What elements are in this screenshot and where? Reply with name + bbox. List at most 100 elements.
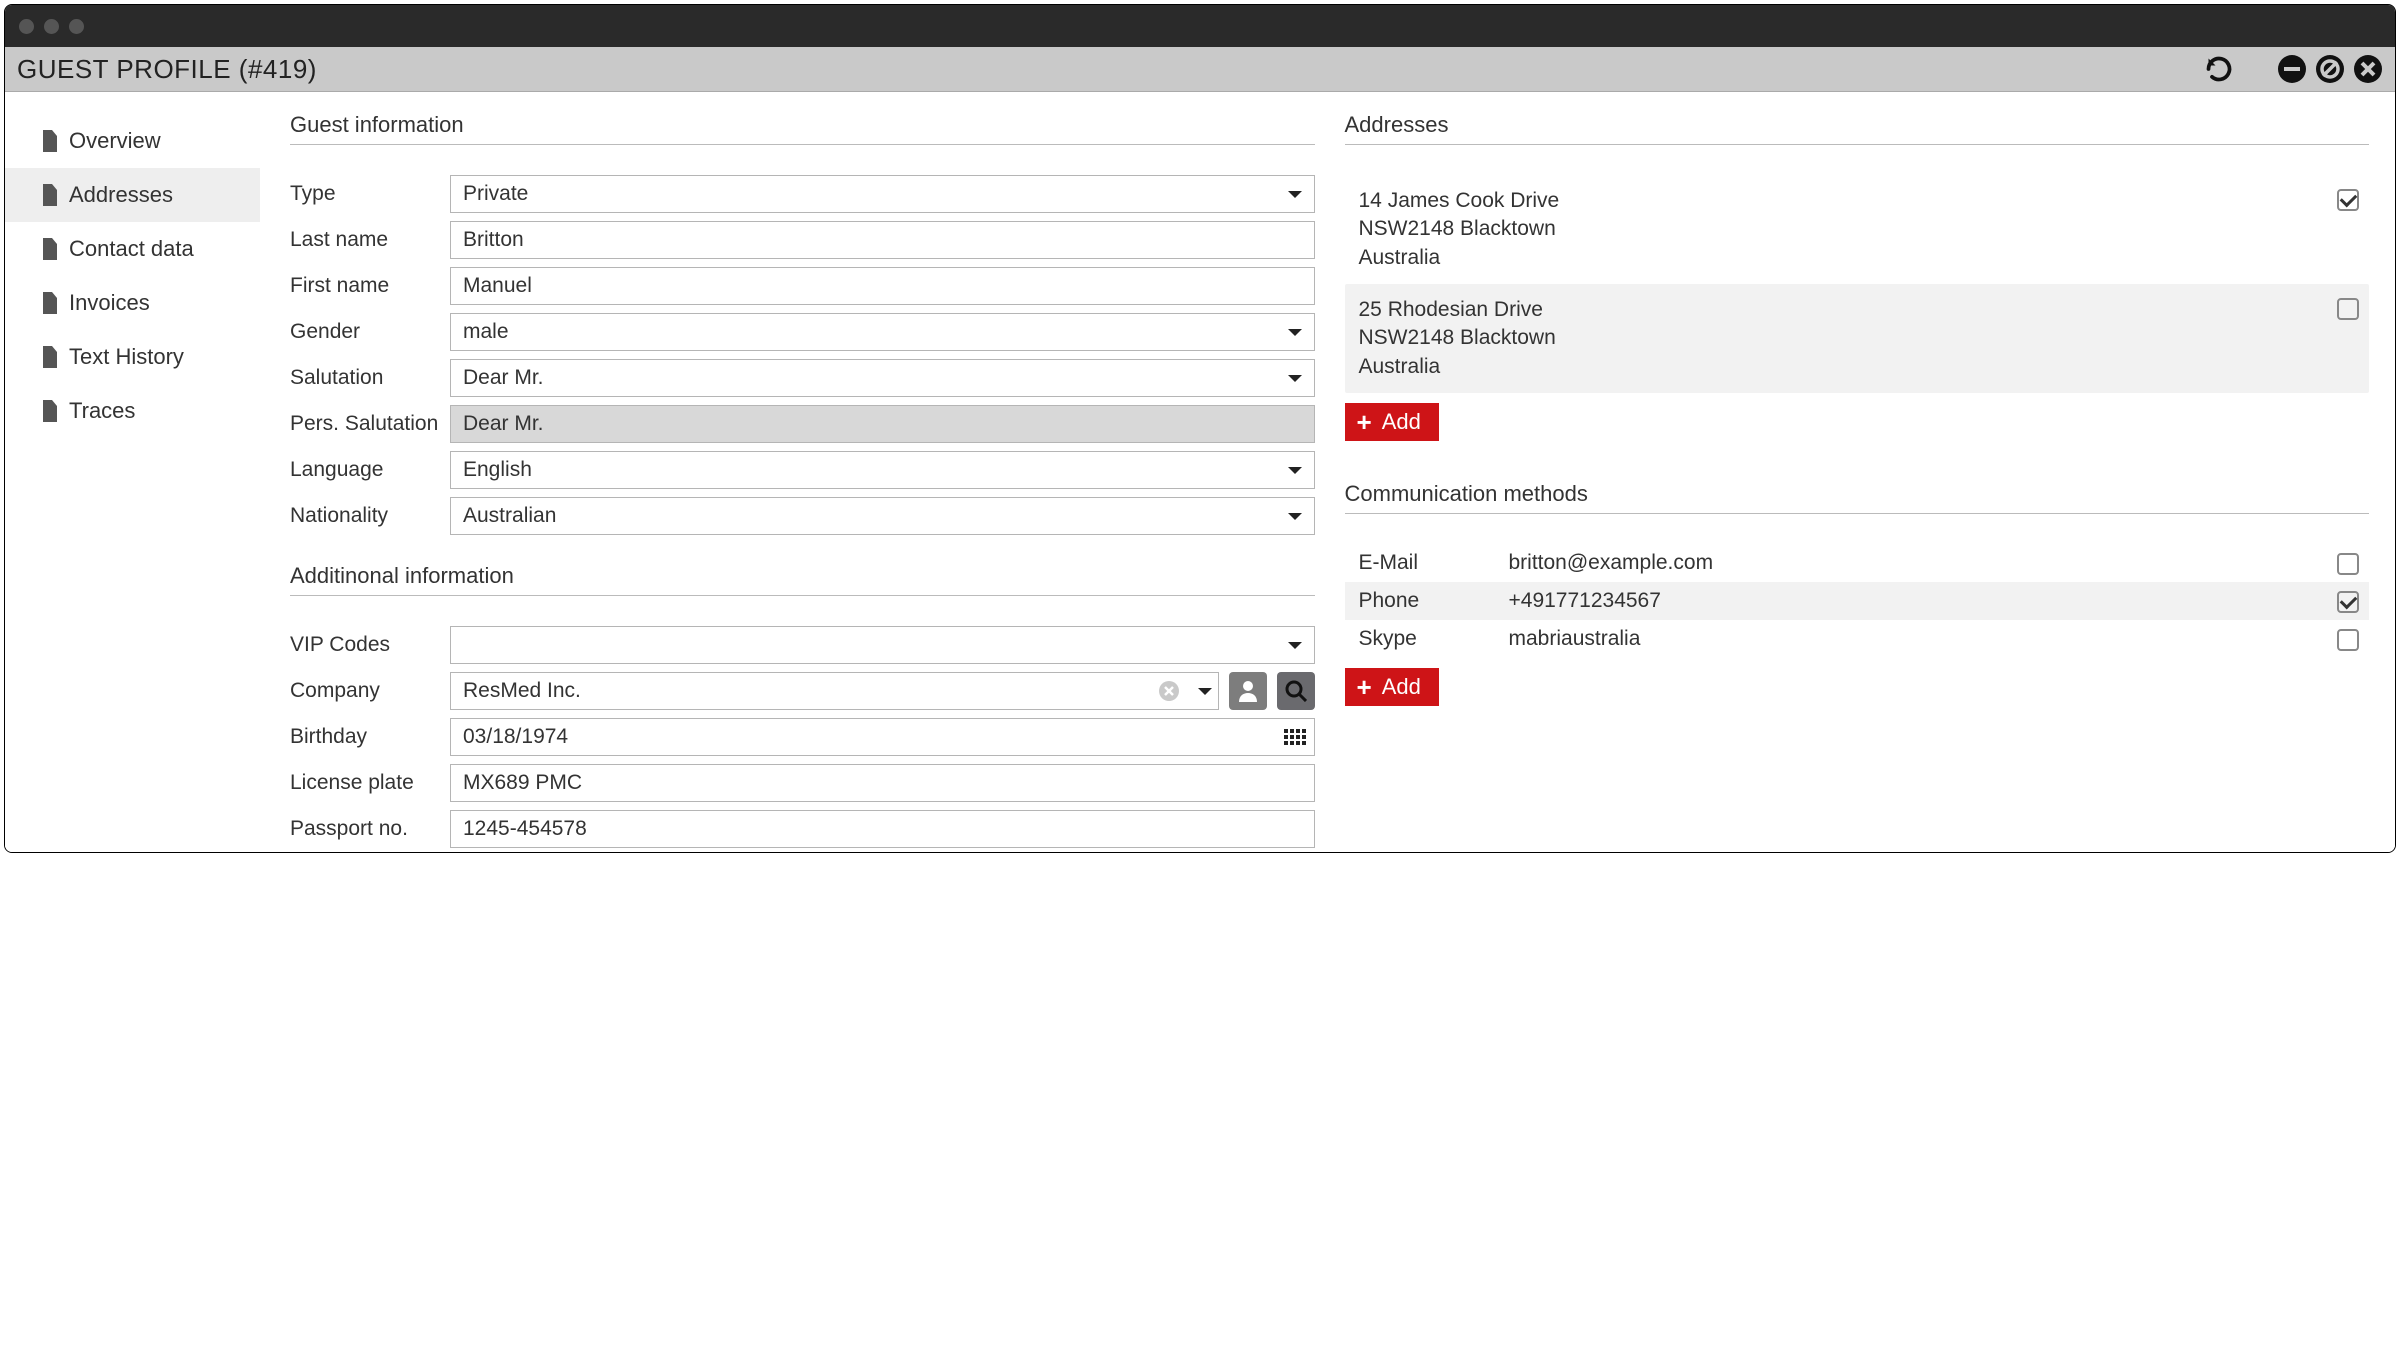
sidebar-item-label: Text History [69, 344, 184, 370]
content-area: Overview Addresses Contact data Invoices… [5, 92, 2395, 852]
comm-primary-checkbox[interactable] [2337, 591, 2359, 613]
nationality-label: Nationality [290, 504, 450, 528]
chevron-down-icon [1288, 191, 1302, 198]
language-value: English [463, 458, 532, 482]
pers-salutation-field: Dear Mr. [450, 405, 1315, 443]
document-icon [41, 130, 59, 152]
chevron-down-icon [1288, 467, 1302, 474]
close-window-icon[interactable] [19, 19, 34, 34]
additional-info-section-title: Additinonal information [290, 563, 1315, 596]
header-actions [2203, 53, 2383, 85]
nationality-select[interactable]: Australian [450, 497, 1315, 535]
refresh-icon [2205, 55, 2233, 83]
chevron-down-icon [1198, 688, 1212, 695]
document-icon [41, 400, 59, 422]
sidebar-item-text-history[interactable]: Text History [5, 330, 260, 384]
gender-select[interactable]: male [450, 313, 1315, 351]
company-label: Company [290, 679, 450, 703]
birthday-input[interactable]: 03/18/1974 [450, 718, 1315, 756]
last-name-input[interactable] [450, 221, 1315, 259]
address-primary-checkbox[interactable] [2337, 189, 2359, 211]
add-communication-label: Add [1382, 674, 1421, 700]
comm-row[interactable]: E-Mail britton@example.com [1345, 544, 2370, 582]
passport-no-input[interactable] [450, 810, 1315, 848]
maximize-window-icon[interactable] [69, 19, 84, 34]
address-line2: NSW2148 Blacktown [1359, 215, 1560, 243]
address-lines: 25 Rhodesian Drive NSW2148 Blacktown Aus… [1359, 296, 1556, 381]
gender-label: Gender [290, 320, 450, 344]
license-plate-input[interactable] [450, 764, 1315, 802]
calendar-icon[interactable] [1284, 729, 1306, 745]
search-icon [1285, 680, 1307, 702]
address-line3: Australia [1359, 244, 1560, 272]
minimize-window-icon[interactable] [44, 19, 59, 34]
company-search-button[interactable] [1277, 672, 1315, 710]
window-titlebar [5, 5, 2395, 47]
document-icon [41, 346, 59, 368]
comm-type: Phone [1359, 589, 1509, 613]
type-select[interactable]: Private [450, 175, 1315, 213]
minimize-button[interactable] [2277, 54, 2307, 84]
comm-primary-checkbox[interactable] [2337, 629, 2359, 651]
pers-salutation-label: Pers. Salutation [290, 412, 450, 436]
chevron-down-icon [1288, 642, 1302, 649]
left-column: Guest information Type Private Last name… [290, 112, 1315, 852]
vip-codes-select[interactable] [450, 626, 1315, 664]
minimize-icon [2277, 54, 2307, 84]
sidebar-item-label: Addresses [69, 182, 173, 208]
comm-value: britton@example.com [1509, 551, 2338, 575]
comm-type: Skype [1359, 627, 1509, 651]
sidebar-item-invoices[interactable]: Invoices [5, 276, 260, 330]
sidebar-item-label: Contact data [69, 236, 194, 262]
last-name-label: Last name [290, 228, 450, 252]
sidebar: Overview Addresses Contact data Invoices… [5, 92, 260, 852]
chevron-down-icon [1288, 329, 1302, 336]
document-icon [41, 184, 59, 206]
close-button[interactable] [2353, 54, 2383, 84]
birthday-label: Birthday [290, 725, 450, 749]
sidebar-item-addresses[interactable]: Addresses [5, 168, 260, 222]
sidebar-item-label: Traces [69, 398, 135, 424]
address-line1: 14 James Cook Drive [1359, 187, 1560, 215]
comm-value: mabriaustralia [1509, 627, 2338, 651]
plus-icon: + [1357, 674, 1372, 700]
address-primary-checkbox[interactable] [2337, 298, 2359, 320]
comm-row[interactable]: Skype mabriaustralia [1345, 620, 2370, 658]
company-value: ResMed Inc. [463, 679, 581, 703]
chevron-down-icon [1288, 375, 1302, 382]
sidebar-item-contact-data[interactable]: Contact data [5, 222, 260, 276]
address-line3: Australia [1359, 353, 1556, 381]
address-card[interactable]: 25 Rhodesian Drive NSW2148 Blacktown Aus… [1345, 284, 2370, 393]
sidebar-item-traces[interactable]: Traces [5, 384, 260, 438]
close-icon [2353, 54, 2383, 84]
document-icon [41, 292, 59, 314]
type-value: Private [463, 182, 528, 206]
comm-row[interactable]: Phone +491771234567 [1345, 582, 2370, 620]
company-combobox[interactable]: ResMed Inc. [450, 672, 1219, 710]
company-profile-button[interactable] [1229, 672, 1267, 710]
language-label: Language [290, 458, 450, 482]
nationality-value: Australian [463, 504, 556, 528]
comm-primary-checkbox[interactable] [2337, 553, 2359, 575]
page-title: GUEST PROFILE (#419) [17, 54, 317, 85]
first-name-input[interactable] [450, 267, 1315, 305]
cancel-button[interactable] [2315, 54, 2345, 84]
communication-section: Communication methods E-Mail britton@exa… [1345, 481, 2370, 706]
chevron-down-icon [1288, 513, 1302, 520]
add-communication-button[interactable]: + Add [1345, 668, 1439, 706]
comm-value: +491771234567 [1509, 589, 2338, 613]
type-label: Type [290, 182, 450, 206]
add-address-button[interactable]: + Add [1345, 403, 1439, 441]
sidebar-item-overview[interactable]: Overview [5, 114, 260, 168]
vip-codes-label: VIP Codes [290, 633, 450, 657]
sidebar-item-label: Overview [69, 128, 161, 154]
address-card[interactable]: 14 James Cook Drive NSW2148 Blacktown Au… [1345, 175, 2370, 284]
addresses-section-title: Addresses [1345, 112, 2370, 145]
language-select[interactable]: English [450, 451, 1315, 489]
salutation-select[interactable]: Dear Mr. [450, 359, 1315, 397]
refresh-button[interactable] [2203, 53, 2235, 85]
license-plate-label: License plate [290, 771, 450, 795]
clear-icon[interactable] [1158, 680, 1180, 702]
birthday-value: 03/18/1974 [463, 725, 568, 749]
document-icon [41, 238, 59, 260]
